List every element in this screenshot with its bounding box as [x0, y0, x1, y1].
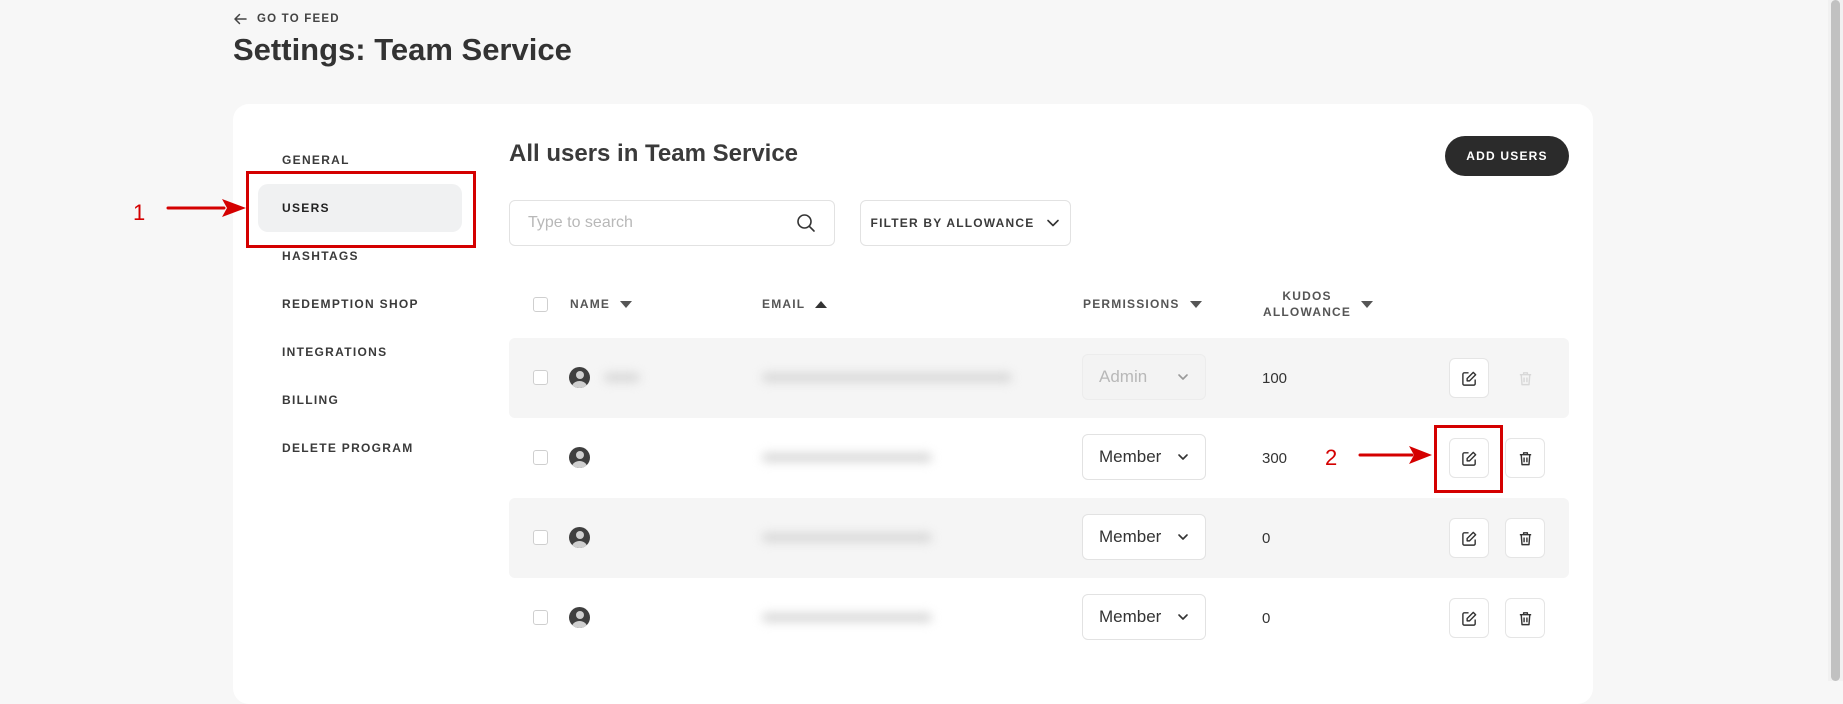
search-box [509, 200, 835, 246]
sidebar-item-delete-program[interactable]: DELETE PROGRAM [258, 424, 462, 472]
delete-user-button[interactable] [1505, 518, 1545, 558]
row-checkbox[interactable] [533, 530, 548, 545]
column-header-label: KUDOS ALLOWANCE [1263, 288, 1351, 320]
permission-select[interactable]: Member [1082, 594, 1206, 640]
user-avatar-icon [569, 527, 590, 548]
scrollbar-track[interactable] [1828, 0, 1843, 681]
column-header-permissions[interactable]: PERMISSIONS [1083, 297, 1202, 311]
edit-user-button[interactable] [1449, 598, 1489, 638]
sort-down-icon [1361, 300, 1374, 308]
sidebar-item-label: HASHTAGS [282, 249, 359, 263]
search-icon[interactable] [796, 213, 816, 233]
table-row [509, 498, 1569, 578]
column-header-label: EMAIL [762, 297, 806, 311]
scrollbar-thumb[interactable] [1831, 0, 1840, 681]
chevron-down-icon [1178, 454, 1188, 460]
annotation-arrow-1 [166, 199, 246, 217]
sidebar-item-label: DELETE PROGRAM [282, 441, 414, 455]
edit-user-button[interactable] [1449, 358, 1489, 398]
permission-value: Member [1099, 447, 1162, 466]
delete-user-button[interactable] [1505, 598, 1545, 638]
sidebar-item-redemption-shop[interactable]: REDEMPTION SHOP [258, 280, 462, 328]
kudos-allowance-value: 100 [1262, 370, 1288, 387]
permission-value: Member [1099, 607, 1162, 626]
delete-user-button [1505, 358, 1545, 398]
table-row [509, 578, 1569, 658]
kudos-allowance-value: 0 [1262, 530, 1271, 547]
page-title: Settings: Team Service [233, 32, 572, 67]
filter-by-allowance-dropdown[interactable]: FILTER BY ALLOWANCE [860, 200, 1071, 246]
select-all-checkbox[interactable] [533, 297, 548, 312]
user-avatar-icon [569, 447, 590, 468]
permission-value: Member [1099, 527, 1162, 546]
user-avatar-icon [569, 367, 590, 388]
row-checkbox[interactable] [533, 610, 548, 625]
sidebar-item-billing[interactable]: BILLING [258, 376, 462, 424]
column-header-email[interactable]: EMAIL [762, 297, 828, 311]
search-input[interactable] [526, 213, 796, 233]
column-header-name[interactable]: NAME [570, 297, 633, 311]
blurred-email [762, 613, 932, 622]
chevron-down-icon [1178, 614, 1188, 620]
trash-icon [1519, 451, 1531, 465]
row-checkbox[interactable] [533, 370, 548, 385]
blurred-email [762, 373, 1012, 382]
sidebar-item-label: INTEGRATIONS [282, 345, 388, 359]
column-header-label: PERMISSIONS [1083, 297, 1180, 311]
edit-icon [1461, 371, 1476, 386]
filter-label: FILTER BY ALLOWANCE [870, 216, 1035, 230]
annotation-label-2: 2 [1325, 445, 1338, 470]
sort-down-icon [620, 300, 633, 308]
annotation-box-edit [1434, 425, 1503, 493]
column-header-label-line2: ALLOWANCE [1263, 305, 1352, 319]
edit-icon [1461, 531, 1476, 546]
blurred-name [604, 373, 640, 382]
annotation-label-1: 1 [133, 200, 146, 225]
sidebar-item-label: BILLING [282, 393, 340, 407]
chevron-down-icon [1178, 374, 1188, 380]
annotation-arrow-2 [1358, 446, 1432, 464]
user-avatar-icon [569, 607, 590, 628]
chevron-down-icon [1178, 534, 1188, 540]
permission-value: Admin [1099, 367, 1148, 386]
trash-icon [1519, 611, 1531, 625]
kudos-allowance-value: 300 [1262, 450, 1288, 467]
sort-down-icon [1189, 300, 1202, 308]
annotation-box-users [246, 171, 476, 248]
trash-icon [1519, 371, 1531, 385]
row-checkbox[interactable] [533, 450, 548, 465]
sidebar-item-label: REDEMPTION SHOP [282, 297, 419, 311]
column-header-label: NAME [570, 297, 611, 311]
edit-user-button[interactable] [1449, 518, 1489, 558]
column-header-kudos-allowance[interactable]: KUDOS ALLOWANCE [1263, 288, 1374, 320]
go-to-feed-label: GO TO FEED [257, 13, 340, 25]
trash-icon [1519, 531, 1531, 545]
arrow-left-icon [234, 13, 247, 25]
permission-select: Admin [1082, 354, 1206, 400]
chevron-down-icon [1047, 219, 1060, 227]
sidebar-item-integrations[interactable]: INTEGRATIONS [258, 328, 462, 376]
blurred-email [762, 453, 932, 462]
blurred-email [762, 533, 932, 542]
sort-up-icon [815, 300, 828, 308]
delete-user-button[interactable] [1505, 438, 1545, 478]
column-header-label-line1: KUDOS [1282, 289, 1332, 303]
add-users-button[interactable]: ADD USERS [1445, 136, 1569, 176]
permission-select[interactable]: Member [1082, 514, 1206, 560]
permission-select[interactable]: Member [1082, 434, 1206, 480]
sidebar-item-label: GENERAL [282, 153, 350, 167]
users-section-title: All users in Team Service [509, 140, 799, 167]
edit-icon [1461, 611, 1476, 626]
go-to-feed-link[interactable]: GO TO FEED [233, 12, 340, 26]
kudos-allowance-value: 0 [1262, 610, 1271, 627]
table-row [509, 338, 1569, 418]
